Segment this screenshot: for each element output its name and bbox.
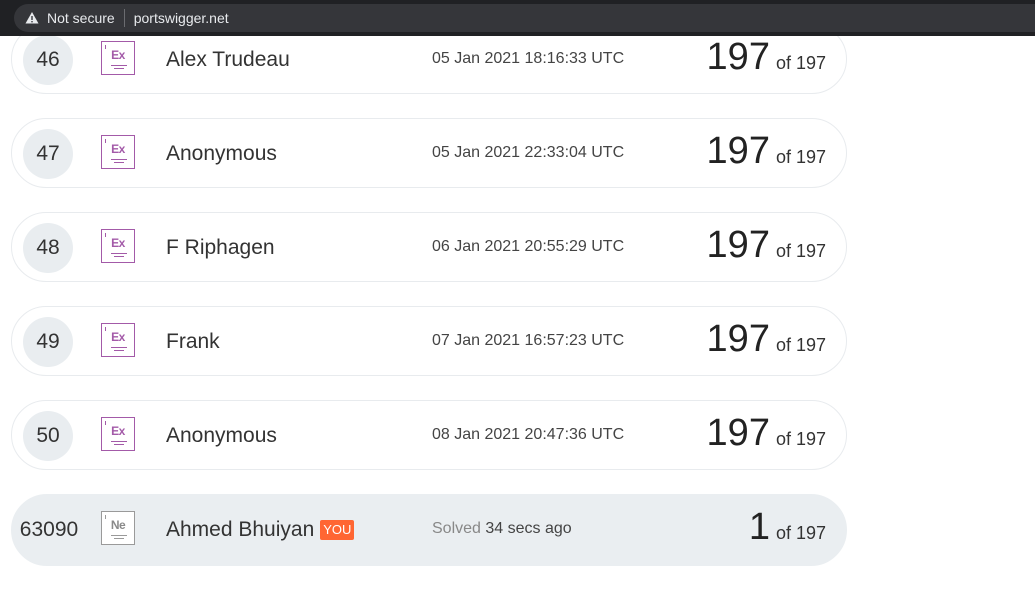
score: 1 of 197	[749, 497, 826, 557]
score: 197 of 197	[707, 27, 826, 87]
user-name-text: F Riphagen	[166, 236, 275, 259]
level-code: Ex	[111, 330, 125, 344]
rank-circle: 50	[23, 411, 73, 461]
expert-badge-icon: Ex	[101, 229, 135, 263]
solved-label: Solved	[432, 520, 481, 537]
user-name: Frank	[166, 330, 220, 354]
rank-circle: 47	[23, 129, 73, 179]
score: 197 of 197	[707, 121, 826, 181]
score: 197 of 197	[707, 309, 826, 369]
rank-circle: 49	[23, 317, 73, 367]
level-code: Ex	[111, 142, 125, 156]
score: 197 of 197	[707, 403, 826, 463]
level-code: Ex	[111, 424, 125, 438]
novice-badge-icon: Ne	[101, 511, 135, 545]
score-total: of 197	[775, 147, 826, 167]
address-bar[interactable]: Not secure portswigger.net	[14, 4, 1035, 32]
score-value: 197	[706, 130, 770, 172]
solve-time: 07 Jan 2021 16:57:23 UTC	[432, 332, 625, 349]
user-name-text: Alex Trudeau	[166, 48, 290, 71]
security-status[interactable]: Not secure	[47, 10, 115, 26]
level-code: Ne	[110, 518, 126, 532]
score-total: of 197	[775, 523, 826, 543]
divider	[123, 9, 125, 27]
level-code: Ex	[111, 48, 125, 62]
user-name: Anonymous	[166, 142, 277, 166]
solve-time: 05 Jan 2021 22:33:04 UTC	[432, 144, 625, 161]
level-code: Ex	[111, 236, 125, 250]
rank-circle: 46	[23, 35, 73, 85]
user-name-text: Ahmed Bhuiyan	[166, 518, 315, 541]
leaderboard-row: 48 Ex F Riphagen 06 Jan 2021 20:55:29 UT…	[11, 212, 847, 282]
leaderboard-row: 47 Ex Anonymous 05 Jan 2021 22:33:04 UTC…	[11, 118, 847, 188]
expert-badge-icon: Ex	[101, 323, 135, 357]
you-badge: YOU	[320, 520, 355, 540]
expert-badge-icon: Ex	[101, 41, 135, 75]
user-name: Ahmed Bhuiyan YOU	[166, 518, 355, 542]
score-total: of 197	[775, 53, 826, 73]
rank-circle: 48	[23, 223, 73, 273]
warning-triangle-icon[interactable]	[25, 11, 39, 25]
score-total: of 197	[775, 241, 826, 261]
current-user-row: 63090 Ne Ahmed Bhuiyan YOU Solved 34 sec…	[11, 494, 847, 566]
solve-time: 06 Jan 2021 20:55:29 UTC	[432, 238, 625, 255]
score-total: of 197	[775, 429, 826, 449]
leaderboard-row: 49 Ex Frank 07 Jan 2021 16:57:23 UTC 197…	[11, 306, 847, 376]
browser-toolbar: Not secure portswigger.net	[0, 0, 1035, 36]
user-name-text: Frank	[166, 330, 220, 353]
expert-badge-icon: Ex	[101, 417, 135, 451]
leaderboard-list: 46 Ex Alex Trudeau 05 Jan 2021 18:16:33 …	[0, 0, 1035, 612]
user-name-text: Anonymous	[166, 142, 277, 165]
leaderboard-row: 50 Ex Anonymous 08 Jan 2021 20:47:36 UTC…	[11, 400, 847, 470]
expert-badge-icon: Ex	[101, 135, 135, 169]
rank-circle: 63090	[19, 518, 79, 541]
solve-time: Solved 34 secs ago	[432, 520, 572, 538]
solve-time: 08 Jan 2021 20:47:36 UTC	[432, 426, 625, 443]
user-name-text: Anonymous	[166, 424, 277, 447]
score: 197 of 197	[707, 215, 826, 275]
url-domain[interactable]: portswigger.net	[134, 10, 229, 26]
user-name: Anonymous	[166, 424, 277, 448]
score-value: 1	[748, 506, 770, 548]
score-value: 197	[706, 36, 770, 78]
score-total: of 197	[775, 335, 826, 355]
solved-ago: 34 secs ago	[485, 520, 572, 537]
score-value: 197	[706, 318, 770, 360]
user-name: F Riphagen	[166, 236, 275, 260]
score-value: 197	[706, 412, 770, 454]
solve-time: 05 Jan 2021 18:16:33 UTC	[432, 50, 625, 67]
user-name: Alex Trudeau	[166, 48, 290, 72]
score-value: 197	[706, 224, 770, 266]
